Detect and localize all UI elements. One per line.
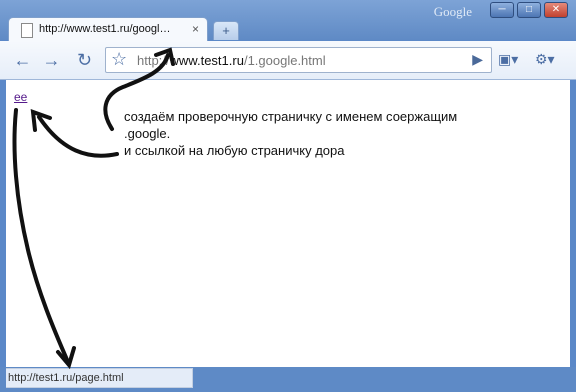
hand-drawn-arrows — [12, 47, 175, 370]
arrow-to-link — [37, 115, 119, 158]
arrow-to-url — [103, 53, 170, 131]
arrow-to-status — [12, 108, 70, 364]
browser-window: Google ─ □ ✕ http://www.test1.ru/googl… … — [0, 0, 576, 392]
